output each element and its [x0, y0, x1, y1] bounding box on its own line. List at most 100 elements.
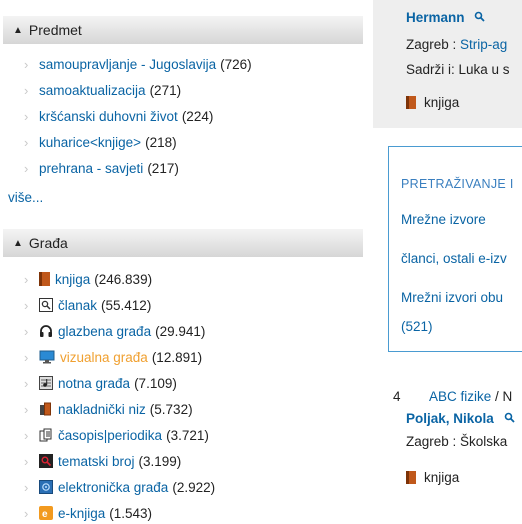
- facet-item-count: (7.109): [134, 375, 177, 391]
- facet-item[interactable]: › e e-knjiga (1.543): [24, 502, 152, 524]
- facet-item-label[interactable]: članak: [58, 298, 97, 313]
- facet-item[interactable]: › samoaktualizacija (271): [24, 79, 181, 101]
- publisher-link[interactable]: Strip-ag: [460, 37, 507, 52]
- box-link[interactable]: članci, ostali e-izv: [401, 251, 507, 266]
- chevron-right-icon: ›: [24, 56, 29, 72]
- facet-item-count: (218): [145, 134, 177, 150]
- facet-item[interactable]: › notna građa (7.109): [24, 372, 177, 394]
- caret-up-icon: ▲: [13, 24, 23, 36]
- article-icon: [39, 298, 53, 312]
- result-type: knjiga: [406, 95, 459, 110]
- facet-item-count: (55.412): [101, 297, 152, 313]
- facet-header-predmet[interactable]: ▲ Predmet: [3, 16, 363, 44]
- facet-item-label[interactable]: tematski broj: [58, 454, 135, 469]
- facet-item[interactable]: › prehrana - savjeti (217): [24, 157, 179, 179]
- facet-item[interactable]: › časopis|periodika (3.721): [24, 424, 209, 446]
- facet-item[interactable]: › knjiga (246.839): [24, 268, 152, 290]
- facet-item-label[interactable]: časopis|periodika: [58, 428, 162, 443]
- facet-item[interactable]: › elektronička građa (2.922): [24, 476, 215, 498]
- facet-item-label[interactable]: elektronička građa: [58, 480, 168, 495]
- facet-item-count: (271): [149, 82, 182, 98]
- caret-up-icon: ▲: [13, 237, 23, 249]
- author-link[interactable]: Poljak, Nikola: [406, 411, 494, 426]
- facet-item-count: (2.922): [172, 479, 216, 495]
- result-author: Poljak, Nikola: [406, 411, 515, 426]
- facet-item[interactable]: › kršćanski duhovni život (224): [24, 105, 213, 127]
- author-link[interactable]: Hermann: [406, 10, 465, 25]
- search-other-sources-box: PRETRAŽIVANJE I Mrežne izvore članci, os…: [388, 146, 522, 352]
- facet-item-count: (12.891): [151, 349, 203, 365]
- facet-header-grada[interactable]: ▲ Građa: [3, 229, 363, 257]
- result-publisher: Zagreb : Školska: [406, 434, 508, 449]
- facet-item-label[interactable]: samoaktualizacija: [39, 83, 146, 98]
- box-link-count[interactable]: (521): [401, 319, 433, 334]
- search-icon[interactable]: [504, 412, 515, 423]
- result-title-line: ABC fizike / N: [429, 389, 512, 404]
- chevron-right-icon: ›: [24, 323, 29, 339]
- facet-item-label[interactable]: glazbena građa: [58, 324, 151, 339]
- result-publisher: Zagreb : Strip-ag: [406, 37, 507, 52]
- chevron-right-icon: ›: [24, 427, 29, 443]
- chevron-right-icon: ›: [24, 505, 29, 521]
- facet-item[interactable]: › nakladnički niz (5.732): [24, 398, 193, 420]
- box-heading: PRETRAŽIVANJE I: [401, 177, 514, 191]
- facet-item-label[interactable]: vizualna građa: [60, 350, 148, 365]
- chevron-right-icon: ›: [24, 108, 29, 124]
- result-type: knjiga: [406, 470, 459, 485]
- facet-item-count: (3.199): [138, 453, 182, 469]
- facet-item-label[interactable]: prehrana - savjeti: [39, 161, 143, 176]
- chevron-right-icon: ›: [24, 349, 29, 365]
- result-title-link[interactable]: ABC fizike: [429, 389, 491, 404]
- facet-item[interactable]: › kuharice<knjige> (218): [24, 131, 177, 153]
- facet-item[interactable]: › članak (55.412): [24, 294, 151, 316]
- chevron-right-icon: ›: [24, 160, 29, 176]
- chevron-right-icon: ›: [24, 134, 29, 150]
- box-link[interactable]: Mrežne izvore: [401, 212, 486, 227]
- facet-item-count: (1.543): [109, 505, 153, 521]
- more-link[interactable]: više...: [8, 190, 43, 205]
- facet-item-label[interactable]: notna građa: [58, 376, 130, 391]
- chevron-right-icon: ›: [24, 297, 29, 313]
- ebook-icon: e: [39, 506, 53, 520]
- result-contents: Sadrži i: Luka u s: [406, 62, 510, 77]
- facet-item-count: (246.839): [94, 271, 153, 287]
- facet-item[interactable]: › vizualna građa (12.891): [24, 346, 202, 368]
- facet-item-label[interactable]: kršćanski duhovni život: [39, 109, 178, 124]
- chevron-right-icon: ›: [24, 401, 29, 417]
- result-title-suffix: / N: [491, 389, 513, 404]
- facet-item-label[interactable]: kuharice<knjige>: [39, 135, 141, 150]
- chevron-right-icon: ›: [24, 82, 29, 98]
- facet-item[interactable]: › glazbena građa (29.941): [24, 320, 205, 342]
- result-author: Hermann: [406, 10, 485, 25]
- svg-text:e: e: [42, 509, 48, 520]
- facet-item[interactable]: › tematski broj (3.199): [24, 450, 181, 472]
- result-number: 4: [393, 389, 401, 404]
- facet-title: Predmet: [28, 22, 82, 38]
- facet-item-count: (3.721): [166, 427, 209, 443]
- facet-item[interactable]: › samoupravljanje - Jugoslavija (726): [24, 53, 252, 75]
- facet-item-count: (224): [181, 108, 214, 124]
- facet-item-label[interactable]: samoupravljanje - Jugoslavija: [39, 57, 216, 72]
- result-type-label: knjiga: [424, 470, 460, 485]
- book-icon: [406, 96, 416, 109]
- sheet-music-icon: [39, 376, 53, 390]
- result-type-label: knjiga: [424, 95, 460, 110]
- facet-item-count: (726): [220, 56, 252, 72]
- search-icon[interactable]: [474, 11, 485, 22]
- facet-item-label[interactable]: knjiga: [55, 272, 90, 287]
- periodical-icon: [39, 428, 53, 442]
- box-link[interactable]: Mrežni izvori obu: [401, 290, 503, 305]
- headphones-icon: [39, 324, 53, 338]
- facet-item-label[interactable]: e-knjiga: [58, 506, 105, 521]
- facet-item-count: (217): [147, 160, 179, 176]
- chevron-right-icon: ›: [24, 453, 29, 469]
- chevron-right-icon: ›: [24, 271, 29, 287]
- facet-item-label[interactable]: nakladnički niz: [58, 402, 146, 417]
- series-icon: [39, 402, 53, 416]
- chevron-right-icon: ›: [24, 375, 29, 391]
- electronic-icon: [39, 480, 53, 494]
- chevron-right-icon: ›: [24, 479, 29, 495]
- facet-item-count: (29.941): [155, 323, 206, 339]
- results-column: Hermann Zagreb : Strip-ag Sadrži i: Luka…: [363, 0, 522, 522]
- book-icon: [406, 471, 416, 484]
